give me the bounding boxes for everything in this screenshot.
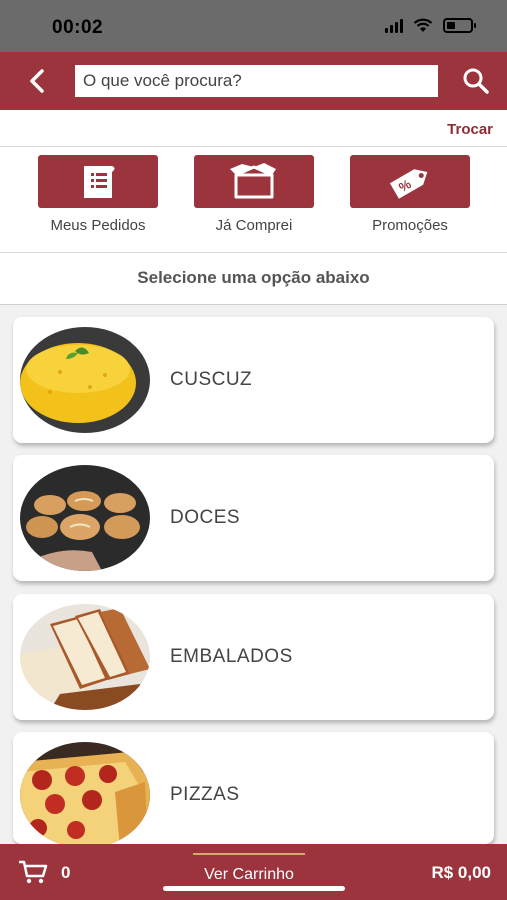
price-tag-icon: % [389, 168, 428, 199]
home-indicator [163, 886, 345, 891]
shortcut-ja-comprei[interactable]: Já Comprei [194, 155, 314, 234]
category-card-embalados[interactable]: EMBALADOS [13, 594, 494, 720]
divider [0, 252, 507, 253]
shortcut-promocoes[interactable]: % Promoções [350, 155, 470, 234]
cart-bar: 0 Ver Carrinho R$ 0,00 [0, 844, 507, 900]
signal-icon [385, 18, 403, 33]
shortcut-tile[interactable] [194, 155, 314, 208]
shopping-cart-icon[interactable] [18, 859, 48, 885]
section-title: Selecione uma opção abaixo [137, 268, 370, 287]
cart-total: R$ 0,00 [431, 863, 491, 882]
category-name: DOCES [170, 507, 241, 528]
category-name: PIZZAS [170, 784, 240, 805]
status-bar: 00:02 [0, 0, 507, 52]
shortcut-label: Já Comprei [215, 217, 293, 234]
status-icons [385, 18, 476, 33]
category-name: EMBALADOS [170, 646, 293, 667]
search-input[interactable] [75, 65, 438, 97]
cuscuz-photo [20, 327, 150, 433]
top-bar [0, 52, 507, 110]
status-time: 00:02 [52, 17, 104, 38]
receipt-icon [84, 165, 115, 198]
category-card-cuscuz[interactable]: CUSCUZ [13, 317, 494, 443]
doces-photo [20, 465, 150, 571]
battery-icon [443, 18, 476, 33]
category-name: CUSCUZ [170, 369, 253, 390]
cart-count: 0 [61, 863, 71, 882]
pizzas-photo [20, 742, 150, 844]
shortcut-tile[interactable]: % [350, 155, 470, 208]
search-icon[interactable] [461, 66, 491, 96]
shortcut-tile[interactable] [38, 155, 158, 208]
trocar-link[interactable]: Trocar [447, 121, 493, 138]
ver-carrinho-button[interactable]: Ver Carrinho [193, 853, 305, 884]
embalados-photo [20, 604, 150, 710]
shortcut-label: Promoções [372, 217, 448, 234]
shortcut-meus-pedidos[interactable]: Meus Pedidos [38, 155, 158, 234]
box-icon [230, 162, 276, 198]
header-panel: Trocar Meus Pedidos Já Comprei % Promoçõ… [0, 110, 507, 305]
back-arrow-icon[interactable] [22, 66, 52, 96]
wifi-icon [413, 18, 433, 32]
shortcut-label: Meus Pedidos [50, 217, 146, 234]
divider [0, 146, 507, 147]
category-card-pizzas[interactable]: PIZZAS [13, 732, 494, 844]
divider [0, 304, 507, 305]
category-card-doces[interactable]: DOCES [13, 455, 494, 581]
